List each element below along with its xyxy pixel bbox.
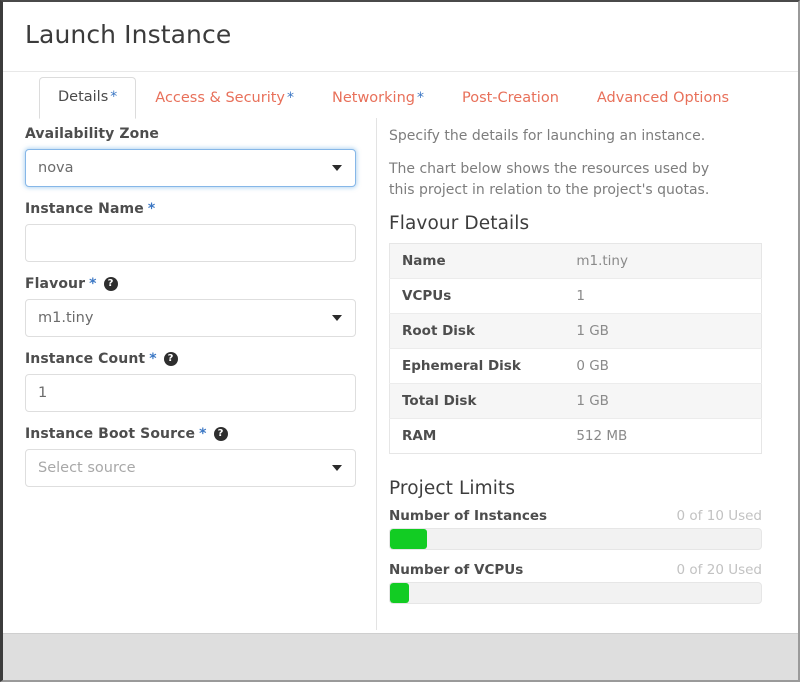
detail-value: 512 MB bbox=[576, 427, 628, 444]
dialog-footer bbox=[3, 633, 798, 680]
launch-instance-dialog: Launch Instance Details * Access & Securit… bbox=[0, 0, 800, 682]
availability-zone-value: nova bbox=[38, 160, 74, 176]
label-text: Instance Name bbox=[25, 201, 144, 217]
limit-name: Number of Instances bbox=[389, 507, 548, 524]
info-paragraph-1: Specify the details for launching an ins… bbox=[389, 128, 706, 144]
tab-label: Details bbox=[58, 88, 109, 105]
field-instance-name: Instance Name * bbox=[25, 201, 356, 262]
flavour-value: m1.tiny bbox=[38, 310, 94, 326]
chevron-down-icon bbox=[332, 165, 342, 171]
tab-bar: Details * Access & Security * Networking * Pos… bbox=[3, 72, 798, 119]
required-marker: * bbox=[89, 276, 97, 292]
limit-used-text: 0 of 20 Used bbox=[676, 561, 762, 578]
flavour-details-title: Flavour Details bbox=[389, 212, 530, 234]
detail-value: 1 GB bbox=[564, 313, 762, 349]
info-paragraph-2: The chart below shows the resources used… bbox=[389, 161, 710, 198]
field-flavour: Flavour * ? m1.tiny bbox=[25, 276, 356, 337]
help-icon[interactable]: ? bbox=[163, 352, 178, 366]
table-row: Name m1.tiny bbox=[389, 243, 762, 279]
table-row: Ephemeral Disk 0 GB bbox=[389, 348, 762, 384]
field-instance-boot-source: Instance Boot Source * ? Select source bbox=[25, 426, 356, 487]
detail-key: Name bbox=[389, 243, 565, 279]
availability-zone-select[interactable]: nova bbox=[25, 149, 356, 187]
flavour-details-table: Name m1.tiny VCPUs 1 Root Disk 1 GB Ephemeral … bbox=[389, 242, 762, 454]
detail-key: VCPUs bbox=[389, 278, 565, 314]
field-instance-count: Instance Count * ? 1 bbox=[25, 351, 356, 412]
limit-used-text: 0 of 10 Used bbox=[676, 507, 762, 524]
dialog-body: Availability Zone nova Instance Name * F… bbox=[3, 118, 798, 630]
required-marker: * bbox=[416, 89, 424, 106]
required-marker: * bbox=[199, 426, 207, 442]
instance-name-input[interactable] bbox=[25, 224, 356, 262]
table-row: RAM 512 MB bbox=[389, 418, 762, 454]
limit-name: Number of VCPUs bbox=[389, 561, 524, 578]
progress-track bbox=[389, 581, 762, 604]
project-limits-list: Number of Instances 0 of 10 Used Number of… bbox=[389, 508, 762, 604]
page-title: Launch Instance bbox=[25, 20, 232, 49]
detail-value: 1 bbox=[564, 278, 762, 314]
table-row: Total Disk 1 GB bbox=[389, 383, 762, 419]
flavour-select[interactable]: m1.tiny bbox=[25, 299, 356, 337]
tab-access-security[interactable]: Access & Security * bbox=[136, 80, 313, 118]
label-text: Instance Boot Source bbox=[25, 426, 196, 442]
detail-key: RAM bbox=[402, 427, 437, 444]
label-text: Instance Count bbox=[25, 351, 146, 367]
required-marker: * bbox=[110, 88, 118, 105]
instance-count-input[interactable]: 1 bbox=[25, 374, 356, 412]
detail-value: m1.tiny bbox=[564, 243, 762, 279]
progress-bar bbox=[390, 582, 409, 603]
label-flavour: Flavour * ? bbox=[25, 276, 356, 292]
table-row: Root Disk 1 GB bbox=[389, 313, 762, 349]
label-text: Availability Zone bbox=[25, 126, 159, 142]
instance-boot-source-select[interactable]: Select source bbox=[25, 449, 356, 487]
instance-count-value: 1 bbox=[38, 385, 48, 401]
tab-label: Post-Creation bbox=[461, 89, 559, 106]
dialog-header: Launch Instance bbox=[3, 2, 798, 72]
chevron-down-icon bbox=[332, 465, 342, 471]
help-icon[interactable]: ? bbox=[103, 277, 118, 291]
label-instance-boot-source: Instance Boot Source * ? bbox=[25, 426, 356, 442]
limit-item: Number of Instances 0 of 10 Used bbox=[389, 508, 762, 550]
tab-label: Networking bbox=[332, 89, 415, 106]
limit-item: Number of VCPUs 0 of 20 Used bbox=[389, 562, 762, 604]
tab-details[interactable]: Details * bbox=[39, 76, 137, 119]
required-marker: * bbox=[287, 89, 294, 106]
instance-boot-source-value: Select source bbox=[38, 460, 136, 476]
field-availability-zone: Availability Zone nova bbox=[25, 126, 356, 187]
progress-bar bbox=[390, 528, 428, 549]
required-marker: * bbox=[149, 351, 157, 367]
limit-header: Number of VCPUs 0 of 20 Used bbox=[389, 562, 762, 578]
label-instance-count: Instance Count * ? bbox=[25, 351, 356, 367]
required-marker: * bbox=[147, 201, 156, 217]
table-row: VCPUs 1 bbox=[389, 278, 762, 314]
tab-networking[interactable]: Networking * bbox=[313, 80, 443, 118]
label-instance-name: Instance Name * bbox=[25, 201, 356, 217]
info-column: Specify the details for launching an ins… bbox=[377, 118, 798, 630]
chevron-down-icon bbox=[332, 315, 342, 321]
help-icon[interactable]: ? bbox=[213, 427, 228, 441]
label-text: Flavour bbox=[25, 276, 86, 292]
tab-advanced-options[interactable]: Advanced Options bbox=[578, 80, 748, 118]
form-column: Availability Zone nova Instance Name * F… bbox=[3, 118, 377, 630]
detail-key: Root Disk bbox=[389, 313, 565, 349]
tab-label: Access & Security bbox=[155, 89, 285, 106]
detail-key: Total Disk bbox=[389, 383, 565, 419]
limit-header: Number of Instances 0 of 10 Used bbox=[389, 508, 762, 524]
detail-value: 0 GB bbox=[564, 348, 762, 384]
tab-post-creation[interactable]: Post-Creation bbox=[443, 80, 578, 118]
label-availability-zone: Availability Zone bbox=[25, 126, 356, 142]
detail-value: 1 GB bbox=[564, 383, 762, 419]
detail-key: Ephemeral Disk bbox=[389, 348, 565, 384]
project-limits-title: Project Limits bbox=[389, 477, 516, 499]
tab-label: Advanced Options bbox=[596, 89, 730, 106]
progress-track bbox=[389, 527, 762, 550]
